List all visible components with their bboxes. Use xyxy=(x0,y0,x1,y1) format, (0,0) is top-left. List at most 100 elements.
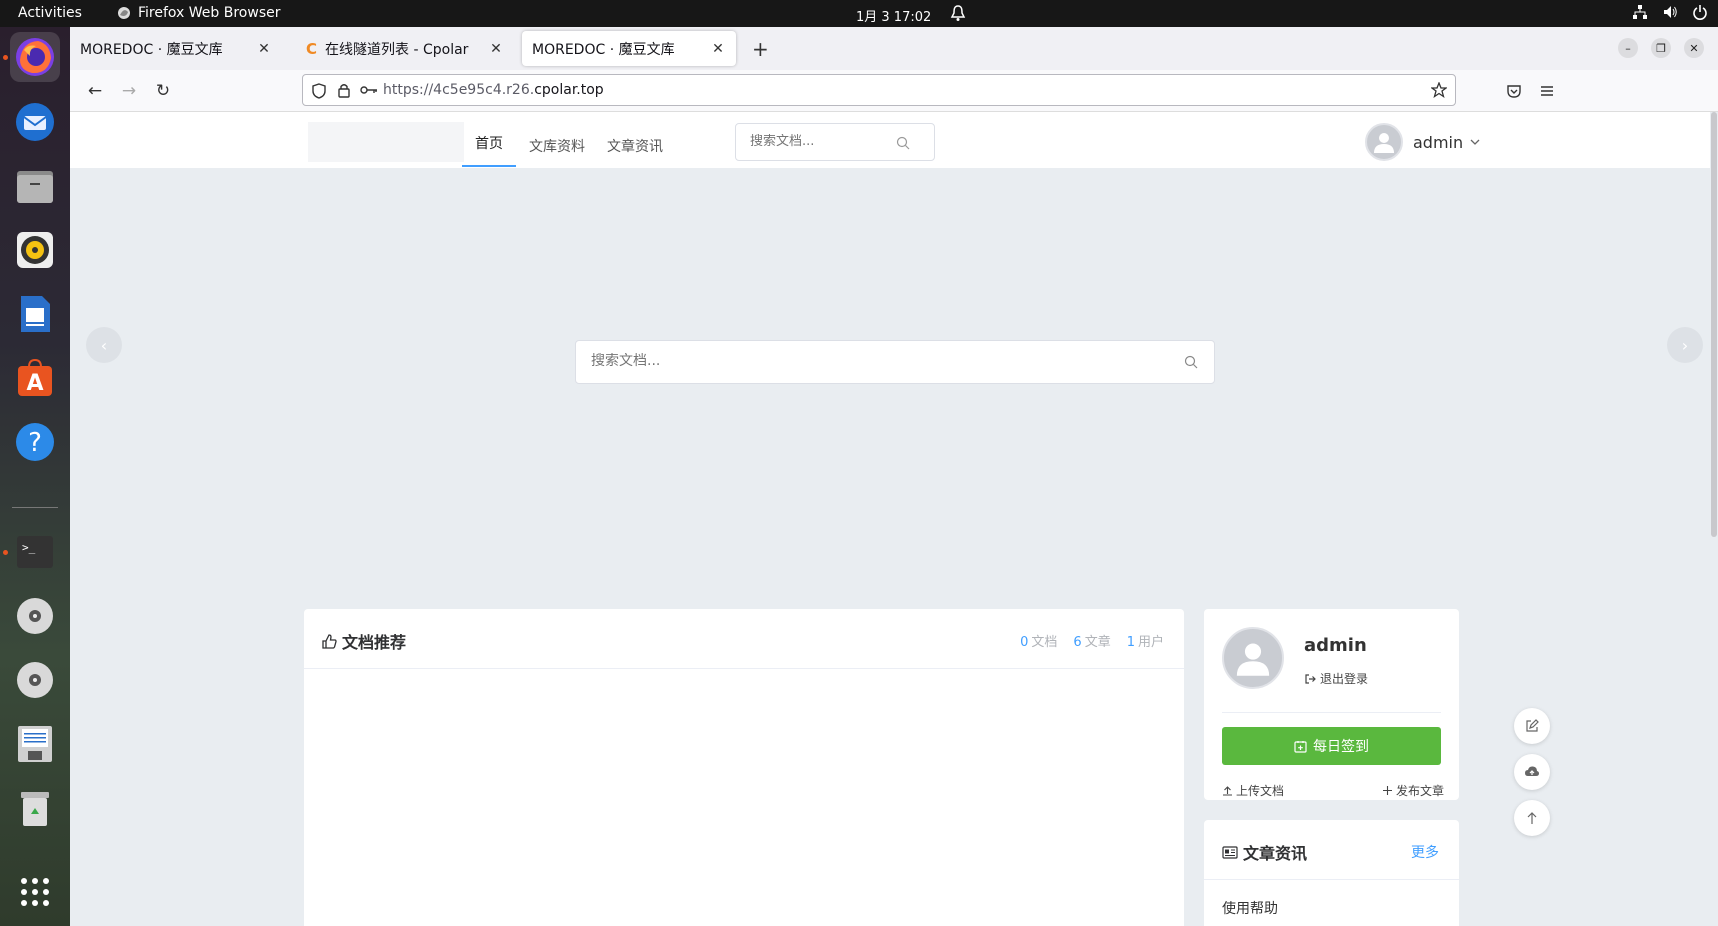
newspaper-icon xyxy=(1222,845,1238,859)
thumbs-up-icon xyxy=(322,633,337,649)
header-username: admin xyxy=(1413,132,1464,152)
clock[interactable]: 1月 3 17:02 xyxy=(856,6,931,25)
profile-avatar[interactable] xyxy=(1222,627,1284,689)
url-bar[interactable]: https://4c5e95c4.r26.cpolar.top xyxy=(302,74,1456,106)
terminal-icon: >_ xyxy=(17,536,53,568)
search-icon[interactable] xyxy=(1184,355,1198,369)
dock-files[interactable] xyxy=(10,161,60,211)
float-upload-button[interactable] xyxy=(1514,754,1550,790)
forward-button[interactable]: → xyxy=(118,80,140,102)
pocket-icon[interactable] xyxy=(1506,83,1522,99)
optical-disc-icon xyxy=(17,598,53,634)
stat-value: 6 xyxy=(1073,635,1082,650)
dock-thunderbird[interactable] xyxy=(10,97,60,147)
ubuntu-dock: A ? >_ xyxy=(0,27,70,926)
app-center-icon: A xyxy=(18,358,52,396)
plus-icon xyxy=(1383,786,1392,795)
close-tab-icon[interactable]: ✕ xyxy=(710,41,726,57)
dock-rhythmbox[interactable] xyxy=(10,225,60,275)
new-tab-button[interactable]: + xyxy=(752,37,769,61)
tab-cpolar[interactable]: C 在线隧道列表 - Cpolar ✕ xyxy=(296,31,514,66)
hero-search-box[interactable] xyxy=(575,340,1215,384)
stat-label: 文档 xyxy=(1031,635,1058,650)
page-scrollbar[interactable] xyxy=(1711,112,1717,537)
nav-home[interactable]: 首页 xyxy=(475,133,503,153)
float-edit-button[interactable] xyxy=(1514,708,1550,744)
close-window-button[interactable]: ✕ xyxy=(1684,38,1704,58)
articles-panel-header: 文章资讯 更多 xyxy=(1204,820,1459,880)
network-icon xyxy=(1633,5,1647,19)
lock-icon[interactable] xyxy=(337,82,351,98)
app-grid-icon xyxy=(21,878,49,906)
search-icon[interactable] xyxy=(896,136,910,150)
app-name: Firefox Web Browser xyxy=(138,5,281,21)
dock-trash[interactable] xyxy=(10,783,60,833)
recommend-panel: 文档推荐 0 文档 6 文章 1 用户 xyxy=(304,609,1184,926)
optical-disc-icon xyxy=(17,662,53,698)
logout-link[interactable]: 退出登录 xyxy=(1304,670,1368,687)
user-menu[interactable]: admin xyxy=(1365,122,1481,162)
stat-documents[interactable]: 0 文档 xyxy=(1020,631,1057,650)
bookmark-star-icon[interactable] xyxy=(1431,82,1447,98)
restore-button[interactable]: ❐ xyxy=(1651,38,1671,58)
article-item[interactable]: 使用帮助 xyxy=(1222,898,1278,918)
close-tab-icon[interactable]: ✕ xyxy=(256,41,272,57)
articles-more-link[interactable]: 更多 xyxy=(1411,842,1439,862)
firefox-small-icon xyxy=(118,7,130,19)
header-search-input[interactable] xyxy=(750,134,900,149)
stat-articles[interactable]: 6 文章 xyxy=(1073,631,1110,650)
back-to-top-button[interactable] xyxy=(1514,800,1550,836)
floppy-disk-icon xyxy=(18,726,52,762)
nav-library[interactable]: 文库资料 xyxy=(529,136,585,156)
writer-icon xyxy=(21,296,50,332)
tab-moredoc-active[interactable]: MOREDOC · 魔豆文库 ✕ xyxy=(522,31,736,66)
daily-checkin-button[interactable]: 每日签到 xyxy=(1222,727,1441,765)
reload-button[interactable]: ↻ xyxy=(152,80,174,102)
stat-users[interactable]: 1 用户 xyxy=(1127,631,1164,650)
tracking-shield-icon[interactable] xyxy=(312,83,326,99)
dock-floppy[interactable] xyxy=(10,719,60,769)
dock-firefox[interactable] xyxy=(10,32,60,82)
dock-terminal[interactable]: >_ xyxy=(10,527,60,577)
system-tray[interactable] xyxy=(1632,4,1708,20)
upload-document-link[interactable]: 上传文档 xyxy=(1222,782,1284,799)
dock-libreoffice-writer[interactable] xyxy=(10,289,60,339)
header-search-box[interactable] xyxy=(735,123,935,161)
chevron-down-icon xyxy=(1470,139,1480,145)
arrow-up-icon xyxy=(1527,812,1537,824)
notification-bell-icon[interactable] xyxy=(950,4,966,22)
hamburger-menu-icon[interactable] xyxy=(1539,83,1555,99)
profile-divider xyxy=(1222,712,1441,713)
articles-title: 文章资讯 xyxy=(1222,840,1307,864)
carousel-prev-button[interactable]: ‹ xyxy=(86,327,122,363)
publish-article-link[interactable]: 发布文章 xyxy=(1382,782,1444,799)
dock-disc-2[interactable] xyxy=(10,655,60,705)
running-indicator xyxy=(3,55,8,60)
dock-disc-1[interactable] xyxy=(10,591,60,641)
key-icon[interactable] xyxy=(360,84,378,96)
dock-help[interactable]: ? xyxy=(10,417,60,467)
dock-show-apps[interactable] xyxy=(10,867,60,917)
dock-app-center[interactable]: A xyxy=(10,353,60,403)
articles-title-text: 文章资讯 xyxy=(1243,844,1308,863)
site-header: 首页 文库资料 文章资讯 admin xyxy=(70,112,1710,168)
profile-username: admin xyxy=(1304,635,1367,656)
minimize-button[interactable]: – xyxy=(1618,38,1638,58)
logout-text: 退出登录 xyxy=(1320,672,1369,686)
activities-button[interactable]: Activities xyxy=(18,5,82,21)
firefox-icon xyxy=(16,38,54,76)
header-avatar xyxy=(1365,123,1403,161)
nav-articles[interactable]: 文章资讯 xyxy=(607,136,663,156)
tab-moredoc-1[interactable]: MOREDOC · 魔豆文库 ✕ xyxy=(70,31,282,66)
site-logo[interactable] xyxy=(308,122,464,162)
svg-text:A: A xyxy=(26,371,43,396)
system-top-bar: Activities Firefox Web Browser 1月 3 17:0… xyxy=(0,0,1718,27)
running-indicator xyxy=(3,550,8,555)
recommend-panel-header: 文档推荐 0 文档 6 文章 1 用户 xyxy=(304,609,1184,669)
back-button[interactable]: ← xyxy=(84,80,106,102)
hero-search-input[interactable] xyxy=(591,353,1171,369)
svg-text:?: ? xyxy=(28,428,42,458)
app-menu[interactable]: Firefox Web Browser xyxy=(117,5,281,21)
close-tab-icon[interactable]: ✕ xyxy=(488,41,504,57)
carousel-next-button[interactable]: › xyxy=(1667,327,1703,363)
